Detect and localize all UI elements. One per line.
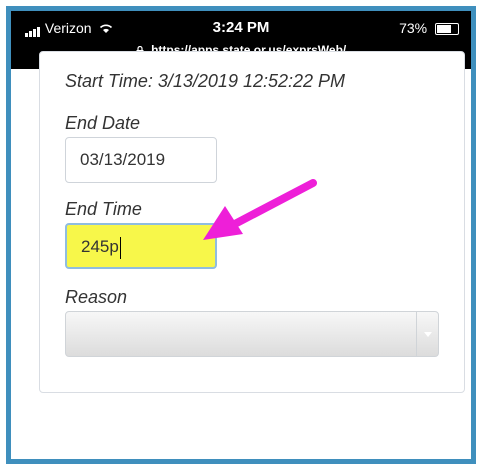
start-time-label: Start Time:	[65, 71, 153, 91]
annotation-arrow	[203, 179, 317, 240]
end-time-input[interactable]: 245p	[65, 223, 217, 269]
start-time: Start Time: 3/13/2019 12:52:22 PM	[65, 71, 345, 92]
text-caret	[119, 236, 121, 259]
screenshot-frame: Verizon 3:24 PM 73% https://apps.state.o…	[6, 6, 476, 464]
reason-label: Reason	[65, 287, 128, 307]
end-date-input[interactable]: 03/13/2019	[65, 137, 217, 183]
battery-percent: 73%	[399, 20, 428, 36]
end-date-label: End Date	[65, 113, 141, 133]
battery-icon	[435, 23, 459, 36]
reason-select[interactable]	[65, 311, 439, 357]
battery-status: 73%	[399, 20, 459, 36]
end-time-value: 245p	[81, 237, 119, 256]
start-time-value: 3/13/2019 12:52:22 PM	[157, 71, 346, 91]
end-time-label: End Time	[65, 199, 142, 219]
end-date-value: 03/13/2019	[80, 150, 166, 169]
dropdown-arrow-icon[interactable]	[416, 312, 438, 356]
